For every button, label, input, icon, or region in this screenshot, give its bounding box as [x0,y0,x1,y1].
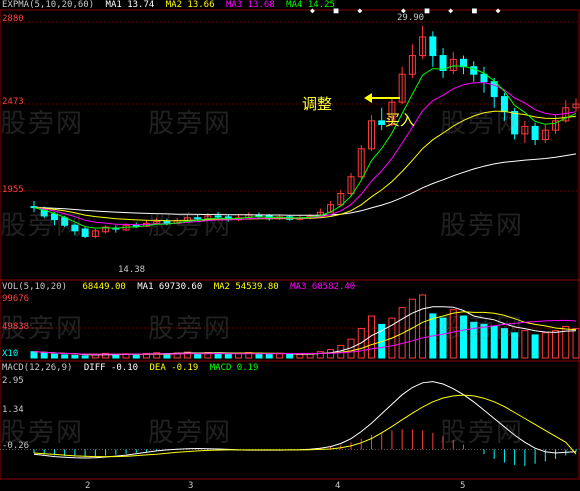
price-ma3: MA3 13.68 [225,0,275,10]
watermark-8: 股旁网 [148,314,233,344]
marker-0: ◆ [310,6,317,15]
marker-3: ◆ [400,6,408,15]
price-tick-low: 1955 [2,185,24,195]
volume-tick-unit: X10 [2,349,19,359]
price-ma1: MA1 13.74 [105,0,155,10]
top-markers: ◆ ■ ◆ ◆ ■ ◆ ■ ◆ [310,6,502,16]
volume-bar-29 [327,349,335,359]
volume-bar-0 [30,351,38,359]
volume-bar-26 [296,353,304,359]
volume-header: VOL(5,10,20) 68449.00 MA1 69730.60 MA2 5… [2,282,355,292]
volume-indicator-label: VOL(5,10,20) [2,282,68,292]
volume-bar-3 [61,354,69,359]
watermark-1: 股旁网 [0,109,85,139]
volume-bar-4 [71,354,79,359]
price-header: EXPMA(5,10,20,60) MA1 13.74 MA2 13.66 MA… [2,0,335,10]
candle-body-34 [378,120,386,126]
candle-body-44 [480,73,488,83]
x-tick-4: 4 [335,481,341,491]
watermark-6: 股旁网 [440,211,525,241]
volume-bar-51 [552,330,560,359]
volume-bar-19 [224,353,232,359]
volume-ma2: MA2 54539.80 [213,282,279,292]
adjust-label: 调整 [302,95,333,113]
x-tick-5: 5 [460,481,466,491]
x-tick-3: 3 [188,481,194,491]
marker-4: ■ [424,6,432,15]
volume-ma1: MA1 69730.60 [137,282,203,292]
volume-tick-high: 99676 [2,294,30,304]
volume-bar-25 [286,354,294,359]
marker-2: ◆ [357,6,365,15]
price-low-label: 14.38 [118,265,146,275]
chart-frame [0,9,580,480]
marker-5: ◆ [448,6,456,15]
watermark-10: 股旁网 [0,418,85,448]
candle-body-39 [429,36,437,57]
volume-bar-38 [419,294,427,359]
watermark-5: 股旁网 [148,211,233,241]
price-tick-high: 2880 [2,14,24,24]
volume-bar-49 [531,334,539,359]
watermark-11: 股旁网 [148,418,233,448]
watermark-7: 股旁网 [0,314,85,344]
volume-bar-23 [265,353,273,359]
watermark-4: 股旁网 [0,211,85,241]
volume-bar-24 [275,353,283,359]
volume-bar-53 [572,328,580,359]
buy-arrow-head [364,93,372,103]
volume-bar-50 [541,332,549,359]
marker-6: ■ [471,6,479,15]
buy-label: 买入 [385,111,416,129]
volume-bar-1 [40,352,48,359]
volume-ma3: MA3 68582.40 [290,282,356,292]
macd-diff: DIFF -0.10 [83,363,139,373]
watermark-2: 股旁网 [148,109,233,139]
price-ma2: MA2 13.66 [165,0,215,10]
macd-header: MACD(12,26,9) DIFF -0.10 DEA -0.19 MACD … [2,363,258,373]
volume-bar-28 [316,351,324,359]
macd-dea: DEA -0.19 [149,363,199,373]
watermark-12: 股旁网 [440,418,525,448]
macd-value: MACD 0.19 [209,363,259,373]
macd-tick-high: 2.95 [2,376,24,386]
macd-indicator-label: MACD(12,26,9) [2,363,73,373]
x-tick-2: 2 [85,481,91,491]
watermark-9: 股旁网 [440,314,525,344]
candle-body-42 [460,58,468,68]
volume-bar-2 [50,353,58,359]
candle-body-10 [132,224,140,227]
marker-1: ■ [333,6,341,15]
volume-bar-5 [81,355,89,359]
watermark-3: 股旁网 [440,109,525,139]
marker-7: ◆ [495,6,503,15]
candle-body-49 [531,125,539,140]
candle-body-45 [490,81,498,98]
volume-value: 68449.00 [82,282,126,292]
price-indicator-label: EXPMA(5,10,20,60) [2,0,95,10]
